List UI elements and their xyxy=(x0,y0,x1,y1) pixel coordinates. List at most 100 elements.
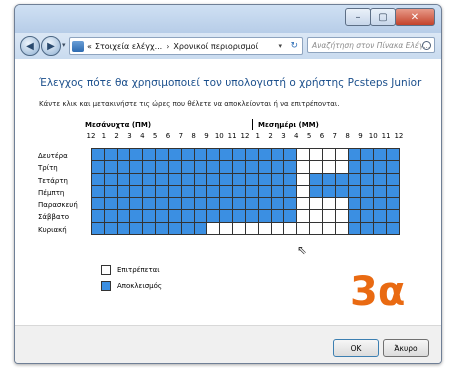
hour-cell-blocked[interactable] xyxy=(220,161,234,174)
hour-cell-blocked[interactable] xyxy=(361,222,375,235)
hour-cell-blocked[interactable] xyxy=(284,161,298,174)
hour-cell-allowed[interactable] xyxy=(335,161,349,174)
hour-cell-blocked[interactable] xyxy=(220,149,234,162)
hour-cell-blocked[interactable] xyxy=(258,161,272,174)
hour-cell-blocked[interactable] xyxy=(245,198,259,211)
hour-cell-blocked[interactable] xyxy=(194,173,208,186)
hour-cell-blocked[interactable] xyxy=(387,210,400,223)
hour-cell-blocked[interactable] xyxy=(156,173,169,186)
hour-cell-blocked[interactable] xyxy=(245,185,259,199)
hour-cell-blocked[interactable] xyxy=(207,198,221,211)
hour-cell-blocked[interactable] xyxy=(181,198,195,211)
hour-cell-blocked[interactable] xyxy=(245,210,259,223)
hour-cell-blocked[interactable] xyxy=(104,173,118,186)
hour-cell-blocked[interactable] xyxy=(117,198,131,211)
hour-cell-allowed[interactable] xyxy=(220,222,234,235)
hour-cell-blocked[interactable] xyxy=(348,173,362,186)
hour-cell-blocked[interactable] xyxy=(194,161,208,174)
hour-cell-blocked[interactable] xyxy=(194,198,208,211)
hour-cell-blocked[interactable] xyxy=(310,185,323,199)
hour-cell-allowed[interactable] xyxy=(310,210,323,223)
hour-cell-blocked[interactable] xyxy=(104,210,118,223)
recent-pages-dropdown[interactable]: ▾ xyxy=(62,41,66,49)
hour-cell-blocked[interactable] xyxy=(271,149,285,162)
hour-cell-blocked[interactable] xyxy=(207,161,221,174)
hour-cell-blocked[interactable] xyxy=(258,173,272,186)
hour-cell-blocked[interactable] xyxy=(258,185,272,199)
hour-cell-blocked[interactable] xyxy=(104,161,118,174)
hour-cell-allowed[interactable] xyxy=(335,149,349,162)
hour-cell-blocked[interactable] xyxy=(233,198,246,211)
maximize-button[interactable]: ▢ xyxy=(370,8,396,26)
time-grid[interactable] xyxy=(91,148,400,235)
hour-cell-blocked[interactable] xyxy=(168,222,182,235)
hour-cell-allowed[interactable] xyxy=(297,149,311,162)
hour-cell-allowed[interactable] xyxy=(271,222,285,235)
hour-cell-blocked[interactable] xyxy=(143,161,157,174)
hour-cell-blocked[interactable] xyxy=(258,149,272,162)
hour-cell-blocked[interactable] xyxy=(348,222,362,235)
back-button[interactable]: ◀ xyxy=(20,36,40,56)
hour-cell-allowed[interactable] xyxy=(297,161,311,174)
address-dropdown-icon[interactable]: ▾ xyxy=(278,38,282,54)
hour-cell-allowed[interactable] xyxy=(335,222,349,235)
hour-cell-blocked[interactable] xyxy=(130,198,144,211)
hour-cell-allowed[interactable] xyxy=(207,222,221,235)
hour-cell-blocked[interactable] xyxy=(130,210,144,223)
hour-cell-blocked[interactable] xyxy=(181,149,195,162)
hour-cell-blocked[interactable] xyxy=(220,210,234,223)
hour-cell-blocked[interactable] xyxy=(233,161,246,174)
hour-cell-blocked[interactable] xyxy=(130,173,144,186)
hour-cell-blocked[interactable] xyxy=(374,210,388,223)
hour-cell-blocked[interactable] xyxy=(284,198,298,211)
hour-cell-blocked[interactable] xyxy=(156,222,169,235)
hour-cell-blocked[interactable] xyxy=(374,185,388,199)
hour-cell-blocked[interactable] xyxy=(271,185,285,199)
hour-cell-blocked[interactable] xyxy=(117,210,131,223)
hour-cell-blocked[interactable] xyxy=(194,149,208,162)
hour-cell-allowed[interactable] xyxy=(297,173,311,186)
hour-cell-blocked[interactable] xyxy=(143,149,157,162)
hour-cell-allowed[interactable] xyxy=(245,222,259,235)
hour-cell-blocked[interactable] xyxy=(387,198,400,211)
minimize-button[interactable]: – xyxy=(345,8,371,26)
hour-cell-blocked[interactable] xyxy=(104,149,118,162)
hour-cell-blocked[interactable] xyxy=(181,222,195,235)
hour-cell-blocked[interactable] xyxy=(348,198,362,211)
hour-cell-allowed[interactable] xyxy=(335,210,349,223)
hour-cell-allowed[interactable] xyxy=(258,222,272,235)
hour-cell-allowed[interactable] xyxy=(322,198,336,211)
hour-cell-blocked[interactable] xyxy=(348,149,362,162)
hour-cell-blocked[interactable] xyxy=(207,173,221,186)
hour-cell-blocked[interactable] xyxy=(284,173,298,186)
hour-cell-blocked[interactable] xyxy=(143,185,157,199)
hour-cell-blocked[interactable] xyxy=(361,173,375,186)
hour-cell-blocked[interactable] xyxy=(387,222,400,235)
hour-cell-blocked[interactable] xyxy=(284,149,298,162)
hour-cell-blocked[interactable] xyxy=(194,185,208,199)
hour-cell-blocked[interactable] xyxy=(374,161,388,174)
hour-cell-blocked[interactable] xyxy=(374,222,388,235)
hour-cell-blocked[interactable] xyxy=(156,210,169,223)
hour-cell-blocked[interactable] xyxy=(168,185,182,199)
hour-cell-allowed[interactable] xyxy=(310,222,323,235)
hour-cell-blocked[interactable] xyxy=(168,149,182,162)
hour-cell-blocked[interactable] xyxy=(220,185,234,199)
hour-cell-blocked[interactable] xyxy=(374,149,388,162)
hour-cell-blocked[interactable] xyxy=(387,173,400,186)
hour-cell-blocked[interactable] xyxy=(271,161,285,174)
hour-cell-blocked[interactable] xyxy=(387,185,400,199)
hour-cell-blocked[interactable] xyxy=(117,185,131,199)
hour-cell-blocked[interactable] xyxy=(117,173,131,186)
hour-cell-blocked[interactable] xyxy=(245,149,259,162)
hour-cell-allowed[interactable] xyxy=(310,161,323,174)
hour-cell-blocked[interactable] xyxy=(104,222,118,235)
hour-cell-blocked[interactable] xyxy=(130,222,144,235)
hour-cell-blocked[interactable] xyxy=(207,210,221,223)
hour-cell-blocked[interactable] xyxy=(322,185,336,199)
hour-cell-blocked[interactable] xyxy=(92,198,105,211)
hour-cell-blocked[interactable] xyxy=(207,149,221,162)
hour-cell-blocked[interactable] xyxy=(156,198,169,211)
hour-cell-blocked[interactable] xyxy=(348,161,362,174)
search-input[interactable]: Αναζήτηση στον Πίνακα Ελέγ... xyxy=(307,37,435,53)
